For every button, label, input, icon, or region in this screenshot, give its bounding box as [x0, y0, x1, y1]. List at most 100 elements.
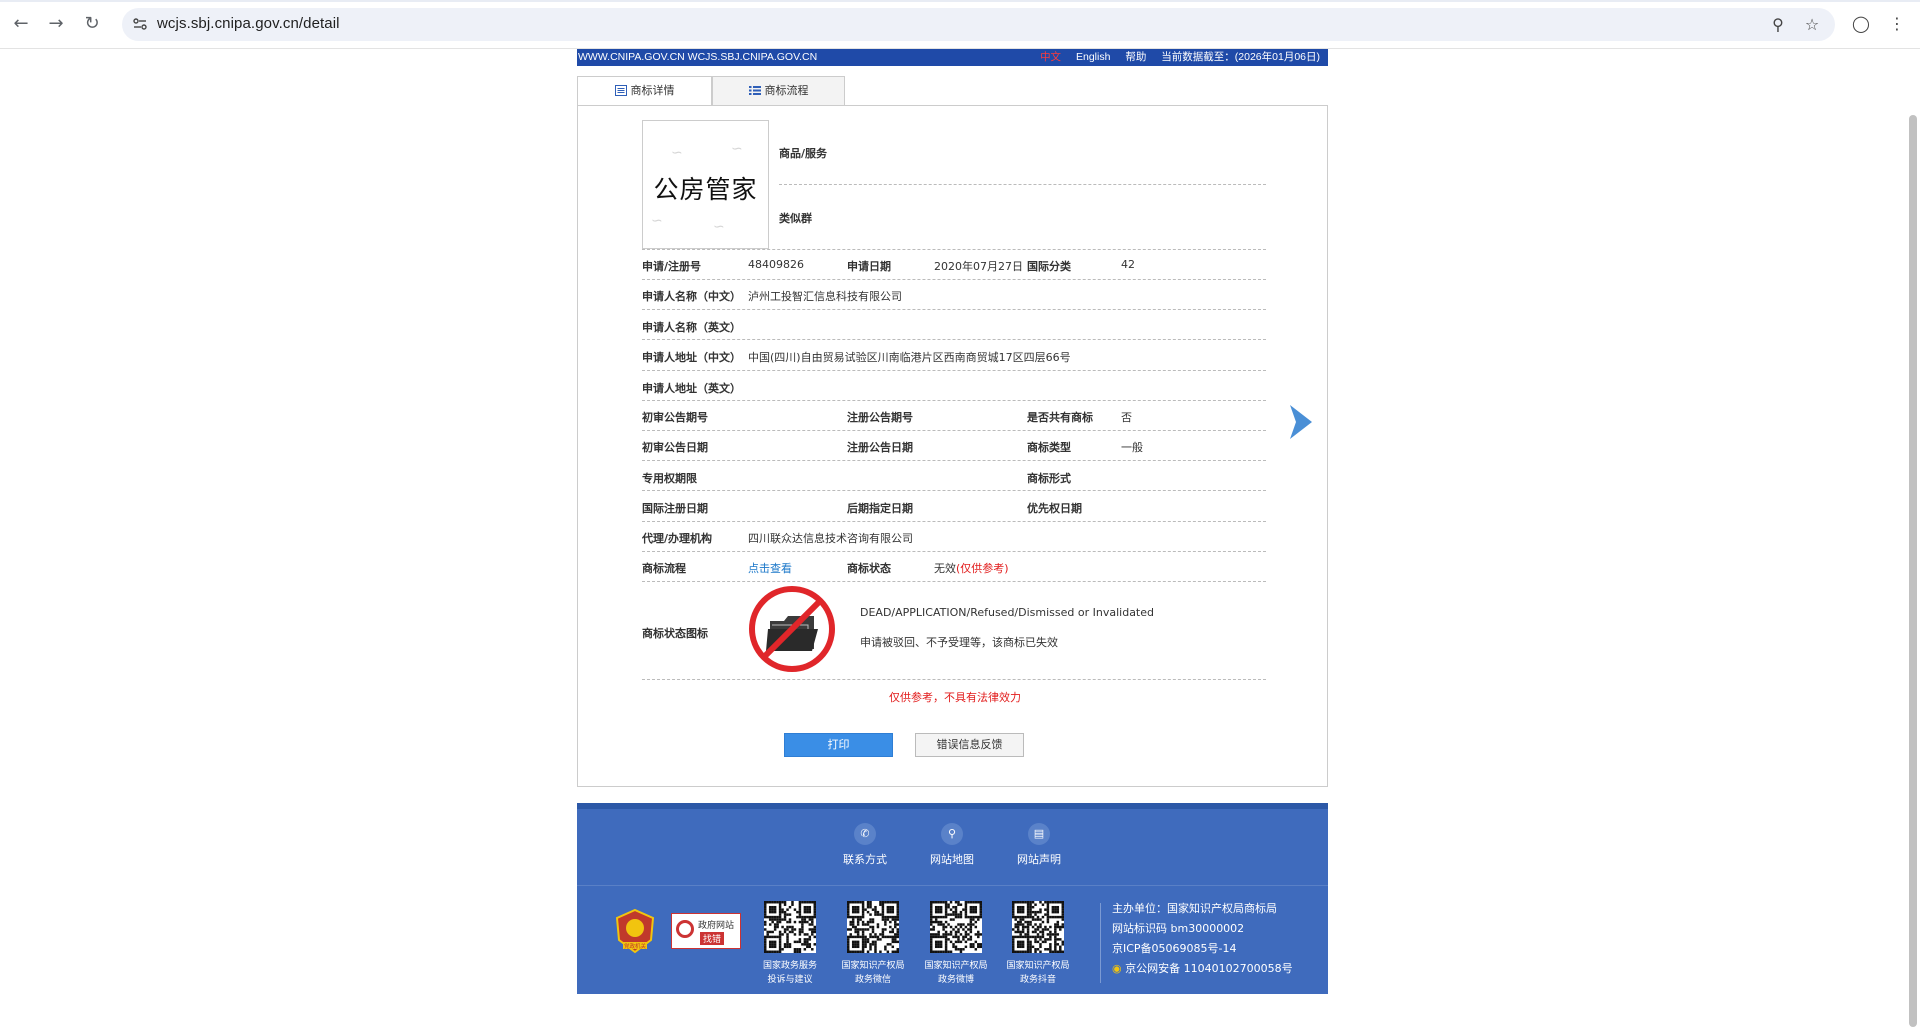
qr-caption-line: 政务微信: [854, 975, 891, 985]
url-text[interactable]: wcjs.sbj.cnipa.gov.cn/detail: [157, 15, 340, 32]
icp-link[interactable]: 京ICP备05069085号-14: [1112, 939, 1293, 959]
badge-gov-text: 党政机关: [624, 942, 647, 950]
agent-label: 代理/办理机构: [642, 532, 713, 545]
divider: [642, 460, 1266, 461]
scrollbar[interactable]: [1909, 115, 1917, 1027]
qr-caption-line: 投诉与建议: [767, 975, 813, 985]
status-text: 无效: [934, 562, 956, 575]
priority-date-label: 优先权日期: [1027, 502, 1082, 515]
status-value: 无效(仅供参考): [934, 560, 1009, 576]
divider: [642, 490, 1266, 491]
qr-code-gov-service: [764, 901, 816, 953]
divider: [642, 279, 1266, 280]
tm-form-label: 商标形式: [1027, 472, 1071, 485]
status-en: DEAD/APPLICATION/Refused/Dismissed or In…: [860, 606, 1154, 619]
disclaimer: 仅供参考，不具有法律效力: [889, 691, 1021, 704]
prelim-pub-no-label: 初审公告期号: [642, 411, 708, 424]
address-cn-value: 中国(四川)自由贸易试验区川南临港片区西南商贸城17区四层66号: [748, 351, 1071, 364]
data-date: 当前数据截至：(2026年01月06日): [1161, 51, 1320, 63]
print-button[interactable]: 打印: [784, 733, 893, 757]
reg-no-value: 48409826: [748, 258, 804, 271]
intl-class-label: 国际分类: [1027, 260, 1071, 273]
tab-label: 商标流程: [764, 84, 809, 97]
list-icon: [614, 85, 627, 96]
feedback-button[interactable]: 错误信息反馈: [915, 733, 1024, 757]
police-record[interactable]: ◉ 京公网安备 11040102700058号: [1112, 959, 1293, 979]
document-icon: ▤: [1028, 823, 1050, 845]
party-gov-badge[interactable]: 党政机关: [615, 908, 655, 954]
back-icon[interactable]: ←: [9, 12, 33, 36]
forward-icon[interactable]: →: [44, 12, 68, 36]
divider: [642, 309, 1266, 310]
site-topbar: WWW.CNIPA.GOV.CN WCJS.SBJ.CNIPA.GOV.CN 中…: [577, 49, 1328, 66]
menu-icon[interactable]: ⋮: [1887, 14, 1907, 34]
status-note: (仅供参考): [956, 562, 1009, 575]
qr-code-weibo: [930, 901, 982, 953]
lang-en-link[interactable]: English: [1076, 51, 1110, 63]
divider: [642, 339, 1266, 340]
tab-trademark-detail[interactable]: 商标详情: [577, 76, 712, 106]
qr-caption-weibo: 国家知识产权局 政务微博: [916, 959, 996, 987]
magnifier-icon: [676, 920, 694, 938]
qr-caption-line: 国家知识产权局: [1006, 961, 1070, 971]
divider: [642, 430, 1266, 431]
contact-label: 联系方式: [843, 853, 887, 866]
divider: [642, 551, 1266, 552]
prelim-pub-date-label: 初审公告日期: [642, 441, 708, 454]
tab-bar: 商标详情 商标流程: [577, 76, 1328, 106]
app-date-label: 申请日期: [847, 260, 891, 273]
sitemap-label: 网站地图: [930, 853, 974, 866]
qr-code-wechat: [847, 901, 899, 953]
qr-caption-line: 政务微博: [937, 975, 974, 985]
exclusive-period-label: 专用权期限: [642, 472, 697, 485]
statement-label: 网站声明: [1017, 853, 1061, 866]
qr-code-douyin: [1012, 901, 1064, 953]
qr-caption-wechat: 国家知识产权局 政务微信: [833, 959, 913, 987]
cloud-ornament-icon: ∽: [671, 145, 683, 161]
next-arrow-icon[interactable]: [1288, 405, 1312, 439]
lang-cn-link[interactable]: 中文: [1040, 51, 1061, 63]
topbar-links: 中文 English 帮助 当前数据截至：(2026年01月06日): [1028, 49, 1320, 66]
footer-divider: [577, 885, 1328, 886]
flow-list-icon: [748, 86, 761, 95]
applicant-cn-label: 申请人名称（中文）: [642, 290, 741, 303]
profile-icon[interactable]: ◯: [1851, 14, 1871, 34]
shared-label: 是否共有商标: [1027, 411, 1093, 424]
contact-link[interactable]: ✆ 联系方式: [830, 823, 900, 867]
reg-pub-no-label: 注册公告期号: [847, 411, 913, 424]
badge-error-line2: 找错: [700, 932, 725, 945]
divider: [779, 184, 1266, 185]
goods-label: 商品/服务: [779, 147, 828, 160]
police-record-text: 京公网安备 11040102700058号: [1125, 962, 1293, 975]
applicant-en-label: 申请人名称（英文）: [642, 321, 741, 334]
footer-stripe: [577, 803, 1328, 809]
address-bar[interactable]: wcjs.sbj.cnipa.gov.cn/detail ⚲ ☆: [122, 8, 1835, 41]
address-cn-label: 申请人地址（中文）: [642, 351, 741, 364]
gov-site-error-badge[interactable]: 政府网站 找错: [671, 913, 741, 949]
tab-trademark-flow[interactable]: 商标流程: [712, 76, 845, 106]
divider: [642, 249, 1266, 250]
status-label: 商标状态: [847, 562, 891, 575]
help-link[interactable]: 帮助: [1125, 51, 1146, 63]
bookmark-star-icon[interactable]: ☆: [1803, 16, 1821, 34]
intl-class-value: 42: [1121, 258, 1135, 271]
flow-view-link[interactable]: 点击查看: [748, 560, 792, 576]
similar-group-label: 类似群: [779, 212, 812, 225]
site-domains: WWW.CNIPA.GOV.CN WCJS.SBJ.CNIPA.GOV.CN: [578, 51, 818, 63]
later-designation-label: 后期指定日期: [847, 502, 913, 515]
sitemap-link[interactable]: ⚲ 网站地图: [917, 823, 987, 867]
divider: [642, 370, 1266, 371]
statement-link[interactable]: ▤ 网站声明: [1004, 823, 1074, 867]
tm-type-label: 商标类型: [1027, 441, 1071, 454]
sponsor-text: 主办单位：国家知识产权局商标局: [1112, 902, 1277, 915]
footer-links: ✆ 联系方式 ⚲ 网站地图 ▤ 网站声明: [577, 823, 1328, 873]
reload-icon[interactable]: ↻: [80, 12, 104, 36]
site-info-icon[interactable]: [132, 16, 148, 32]
trademark-text: 公房管家: [653, 175, 758, 204]
cloud-ornament-icon: ∽: [651, 213, 663, 229]
footer-info: 主办单位：国家知识产权局商标局 网站标识码 bm30000002 京ICP备05…: [1112, 899, 1293, 979]
site-footer: ✆ 联系方式 ⚲ 网站地图 ▤ 网站声明 党政机关 政府网站 找错 国家政务服务…: [577, 803, 1328, 994]
zoom-icon[interactable]: ⚲: [1769, 16, 1787, 34]
divider: [642, 400, 1266, 401]
status-cn: 申请被驳回、不予受理等，该商标已失效: [860, 636, 1058, 649]
